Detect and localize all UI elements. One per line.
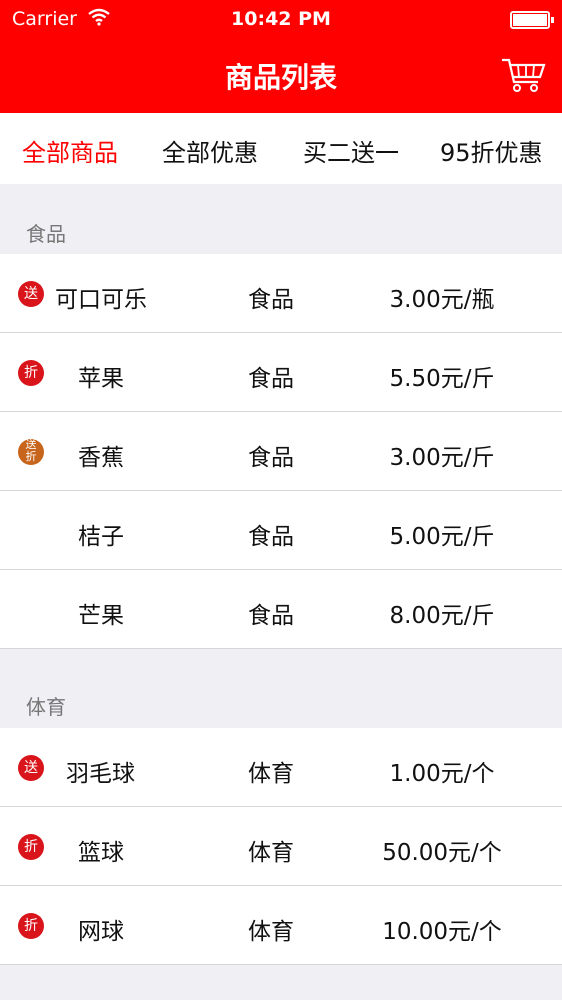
item-name: 篮球 xyxy=(78,840,124,866)
item-price: 1.00元/个 xyxy=(389,761,495,787)
discount-badge-icon: 折 xyxy=(18,913,44,939)
item-name: 苹果 xyxy=(78,366,124,392)
item-name: 桔子 xyxy=(78,524,124,550)
section-header-food: 食品 xyxy=(0,184,562,254)
tab-all-offers[interactable]: 全部优惠 xyxy=(162,133,258,168)
gift-badge-icon: 送 xyxy=(18,281,44,307)
discount-badge-icon: 折 xyxy=(18,360,44,386)
tab-five-percent-off[interactable]: 95折优惠 xyxy=(440,133,543,168)
list-item[interactable]: 折 篮球 体育 50.00元/个 xyxy=(0,807,562,886)
list-item[interactable]: 桔子 食品 5.00元/斤 xyxy=(0,491,562,570)
status-bar: Carrier 10:42 PM xyxy=(0,0,562,38)
item-name: 可口可乐 xyxy=(55,287,147,313)
section-title: 食品 xyxy=(26,222,66,246)
item-category: 体育 xyxy=(248,761,294,787)
item-category: 食品 xyxy=(248,445,294,471)
item-price: 50.00元/个 xyxy=(382,840,502,866)
item-category: 食品 xyxy=(248,287,294,313)
item-price: 5.00元/斤 xyxy=(389,524,495,550)
filter-tabs: 全部商品 全部优惠 买二送一 95折优惠 xyxy=(0,113,562,184)
list-item[interactable]: 折 网球 体育 10.00元/个 xyxy=(0,886,562,965)
shopping-cart-icon xyxy=(502,58,546,92)
section-title: 体育 xyxy=(26,695,66,719)
list-item[interactable]: 送 羽毛球 体育 1.00元/个 xyxy=(0,728,562,807)
item-category: 食品 xyxy=(248,603,294,629)
list-item[interactable]: 送折 香蕉 食品 3.00元/斤 xyxy=(0,412,562,491)
item-price: 3.00元/斤 xyxy=(389,445,495,471)
section-header-sports: 体育 xyxy=(0,649,562,728)
item-name: 芒果 xyxy=(78,603,124,629)
item-price: 5.50元/斤 xyxy=(389,366,495,392)
battery-icon xyxy=(510,11,554,29)
app-header: Carrier 10:42 PM 商品列表 xyxy=(0,0,562,113)
item-name: 羽毛球 xyxy=(66,761,135,787)
item-category: 食品 xyxy=(248,524,294,550)
gift-badge-icon: 送 xyxy=(18,755,44,781)
item-name: 网球 xyxy=(78,919,124,945)
cart-button[interactable] xyxy=(500,56,546,94)
list-item[interactable]: 芒果 食品 8.00元/斤 xyxy=(0,570,562,649)
item-name: 香蕉 xyxy=(78,445,124,471)
gift-discount-badge-icon: 送折 xyxy=(18,439,44,465)
clock: 10:42 PM xyxy=(231,8,331,30)
item-price: 3.00元/瓶 xyxy=(389,287,495,313)
tab-buy-two-get-one[interactable]: 买二送一 xyxy=(303,133,399,168)
page-title: 商品列表 xyxy=(224,61,337,94)
item-category: 体育 xyxy=(248,840,294,866)
item-category: 体育 xyxy=(248,919,294,945)
tab-all-products[interactable]: 全部商品 xyxy=(22,133,118,168)
list-item[interactable]: 送 可口可乐 食品 3.00元/瓶 xyxy=(0,254,562,333)
list-item[interactable]: 折 苹果 食品 5.50元/斤 xyxy=(0,333,562,412)
item-price: 8.00元/斤 xyxy=(389,603,495,629)
item-category: 食品 xyxy=(248,366,294,392)
item-price: 10.00元/个 xyxy=(382,919,502,945)
discount-badge-icon: 折 xyxy=(18,834,44,860)
